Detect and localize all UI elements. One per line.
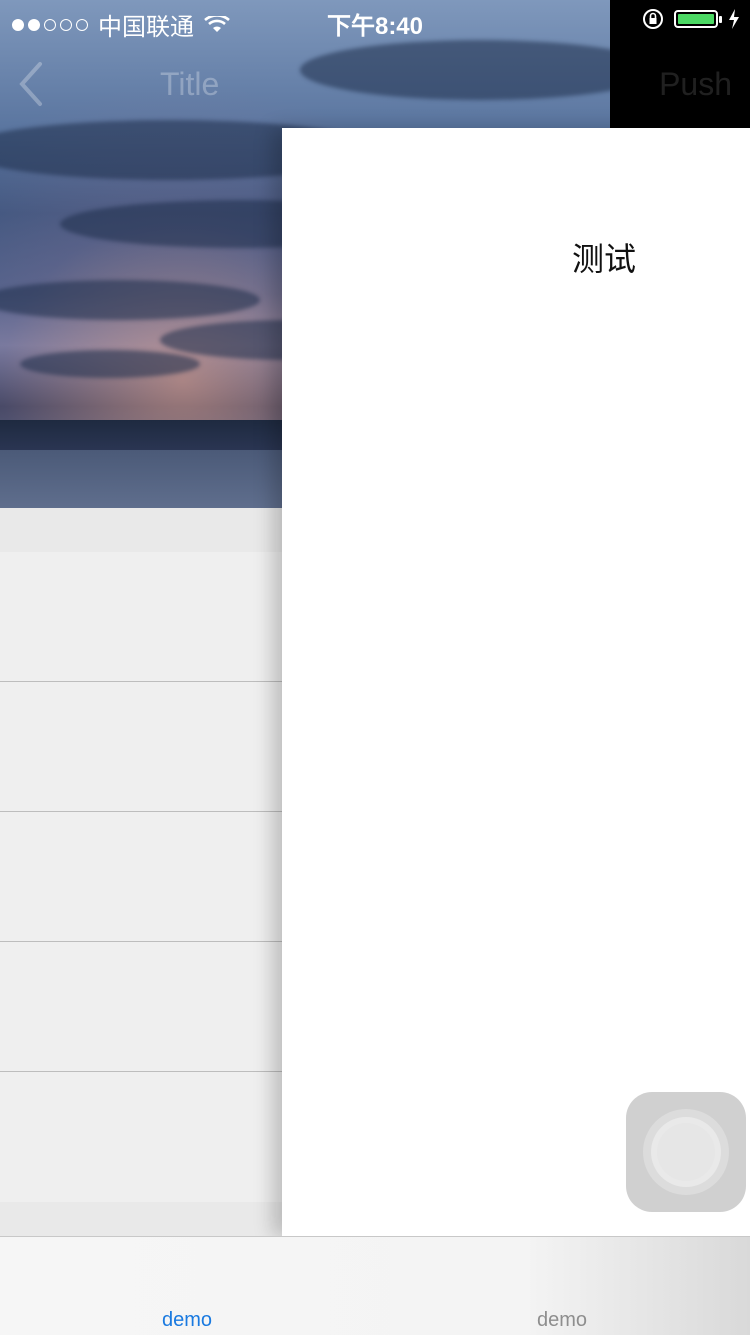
battery-icon: [674, 10, 722, 28]
push-button[interactable]: Push: [659, 66, 732, 103]
assistive-ring-outer: [643, 1109, 729, 1195]
assistive-ring-inner: [651, 1117, 721, 1187]
status-right: [642, 8, 740, 30]
assistive-touch-button[interactable]: [626, 1092, 746, 1212]
side-drawer: 测试: [282, 128, 750, 1236]
nav-title: Title: [160, 66, 220, 102]
charging-icon: [729, 9, 739, 29]
rotation-lock-icon: [643, 9, 663, 29]
status-time: 下午8:40: [326, 13, 424, 40]
tab-demo-2[interactable]: demo: [412, 1309, 712, 1332]
tab-bar: demo demo: [0, 1236, 750, 1335]
battery-fill: [678, 14, 714, 24]
assistive-core: [657, 1123, 715, 1181]
status-bar: 中国联通 下午8:40: [0, 0, 750, 41]
tab-demo-1[interactable]: demo: [37, 1309, 337, 1332]
back-chevron-icon[interactable]: [16, 60, 46, 108]
drawer-label: 测试: [571, 240, 636, 278]
